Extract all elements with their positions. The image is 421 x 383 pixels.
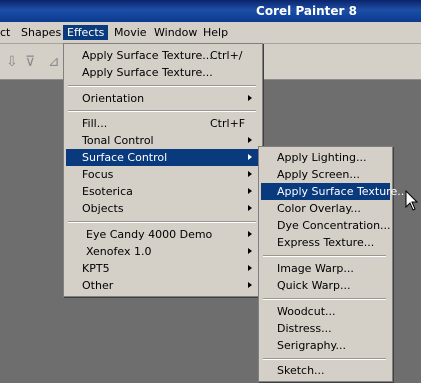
- menu-separator: [68, 221, 256, 223]
- effects-kpt5[interactable]: KPT5: [66, 260, 260, 277]
- menu-separator: [263, 298, 386, 300]
- effects-surface-control[interactable]: Surface Control: [66, 149, 260, 166]
- menu-effects[interactable]: Effects: [63, 25, 109, 40]
- tool-filter-icon[interactable]: ⊽: [25, 54, 35, 70]
- menu-separator: [68, 110, 256, 112]
- menu-window[interactable]: Window: [150, 25, 201, 40]
- surface-image-warp[interactable]: Image Warp...: [261, 260, 390, 277]
- surface-express-texture[interactable]: Express Texture...: [261, 234, 390, 251]
- effects-eye-candy-4000-demo[interactable]: Eye Candy 4000 Demo: [66, 226, 260, 243]
- effects-objects[interactable]: Objects: [66, 200, 260, 217]
- menu-movie[interactable]: Movie: [110, 25, 151, 40]
- submenu-arrow-icon: [248, 137, 252, 143]
- surface-quick-warp[interactable]: Quick Warp...: [261, 277, 390, 294]
- window-title: Corel Painter 8: [256, 4, 357, 18]
- surface-distress[interactable]: Distress...: [261, 320, 390, 337]
- menu-separator: [263, 358, 386, 360]
- tool-arrow-down-icon[interactable]: ⇩: [6, 54, 18, 70]
- submenu-arrow-icon: [248, 171, 252, 177]
- mouse-cursor-icon: [405, 190, 419, 211]
- menu-select[interactable]: ct: [0, 25, 14, 40]
- effects-apply-surface-texture-last[interactable]: Apply Surface Texture... Ctrl+/: [66, 47, 260, 64]
- surface-apply-lighting[interactable]: Apply Lighting...: [261, 149, 390, 166]
- submenu-arrow-icon: [248, 231, 252, 237]
- effects-apply-surface-texture[interactable]: Apply Surface Texture...: [66, 64, 260, 81]
- submenu-arrow-icon: [248, 265, 252, 271]
- surface-woodcut[interactable]: Woodcut...: [261, 303, 390, 320]
- surface-color-overlay[interactable]: Color Overlay...: [261, 200, 390, 217]
- effects-esoterica[interactable]: Esoterica: [66, 183, 260, 200]
- title-bar: Corel Painter 8: [0, 0, 421, 22]
- effects-tonal-control[interactable]: Tonal Control: [66, 132, 260, 149]
- tool-grayed-icon[interactable]: ⊿: [48, 54, 60, 70]
- effects-focus[interactable]: Focus: [66, 166, 260, 183]
- surface-apply-surface-texture[interactable]: Apply Surface Texture...: [261, 183, 408, 200]
- submenu-arrow-icon: [248, 188, 252, 194]
- effects-orientation[interactable]: Orientation: [66, 90, 260, 107]
- surface-sketch[interactable]: Sketch...: [261, 362, 390, 379]
- surface-control-submenu: Apply Lighting... Apply Screen... Apply …: [258, 146, 408, 382]
- menu-bar: ct Shapes Effects Movie Window Help: [0, 22, 421, 44]
- submenu-arrow-icon: [248, 154, 252, 160]
- surface-serigraphy[interactable]: Serigraphy...: [261, 337, 390, 354]
- effects-xenofex[interactable]: Xenofex 1.0: [66, 243, 260, 260]
- surface-dye-concentration[interactable]: Dye Concentration...: [261, 217, 391, 234]
- effects-other[interactable]: Other: [66, 277, 260, 294]
- menu-shapes[interactable]: Shapes: [17, 25, 65, 40]
- submenu-arrow-icon: [248, 282, 252, 288]
- effects-menu: Apply Surface Texture... Ctrl+/ Apply Su…: [63, 43, 263, 297]
- submenu-arrow-icon: [248, 95, 252, 101]
- menu-separator: [263, 255, 386, 257]
- submenu-arrow-icon: [248, 205, 252, 211]
- menu-help[interactable]: Help: [199, 25, 232, 40]
- effects-fill[interactable]: Fill... Ctrl+F: [66, 115, 260, 132]
- menu-separator: [68, 85, 256, 87]
- surface-apply-screen[interactable]: Apply Screen...: [261, 166, 390, 183]
- submenu-arrow-icon: [248, 248, 252, 254]
